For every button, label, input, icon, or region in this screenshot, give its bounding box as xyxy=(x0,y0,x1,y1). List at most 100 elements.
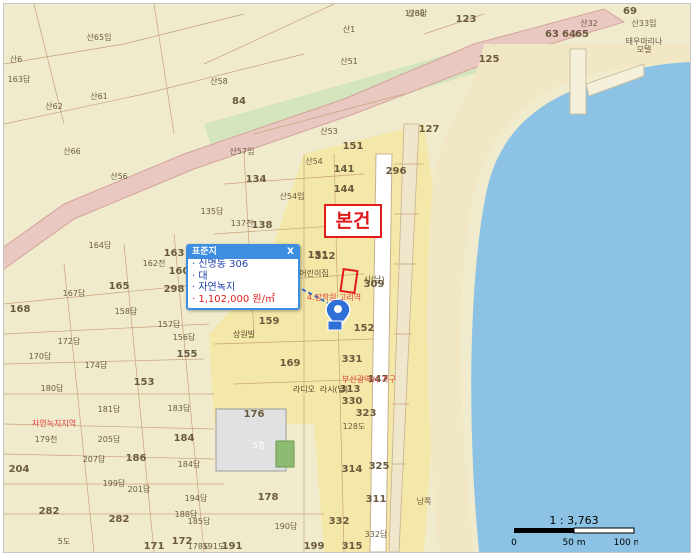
parcel-label: 282 xyxy=(109,514,130,525)
place-label: 5층 xyxy=(253,441,265,450)
place-label: 시(남) xyxy=(364,275,385,284)
popup-address: · 신명동 306 xyxy=(192,259,249,270)
parcel-label: 165 xyxy=(109,281,130,292)
parcel-label: 산68 xyxy=(407,8,425,18)
popup-price: · 1,102,000 원/㎡ xyxy=(192,293,275,305)
close-icon[interactable]: X xyxy=(287,246,294,259)
parcel-label: 201답 xyxy=(128,484,151,494)
parcel-label: 199 xyxy=(304,541,325,552)
parcel-label: 63 xyxy=(545,29,559,40)
parcel-label: 164답 xyxy=(89,240,112,250)
place-label: 부산광역시 가구 xyxy=(342,374,396,384)
parcel-label: 65 xyxy=(575,29,589,40)
parcel-label: 산62 xyxy=(45,101,63,111)
parcel-label: 127 xyxy=(419,124,440,135)
parcel-label: 산66 xyxy=(63,146,81,156)
map-frame[interactable]: 123답 123 산1 산65임 산6 산62 산61 산58 산51 125 69 산33임 산32 6… xyxy=(3,3,691,553)
parcel-label: 296 xyxy=(386,166,407,177)
parcel-label: 산65임 xyxy=(87,32,112,42)
scale-bar: 1 : 3,763 0 50 m 100 m xyxy=(510,514,638,548)
parcel-label: 312 xyxy=(315,251,336,262)
parcel-label: 모텔 xyxy=(637,45,652,54)
parcel-label: 125 xyxy=(479,54,500,65)
parcel-label: 128도 xyxy=(343,422,366,431)
parcel-label: 산51 xyxy=(340,56,358,66)
parcel-label: 194답 xyxy=(185,493,208,503)
parcel-label: 산54임 xyxy=(280,191,305,201)
school-field xyxy=(275,440,295,468)
parcel-label: 170답 xyxy=(29,351,52,361)
parcel-label: 183답 xyxy=(168,403,191,413)
parcel-label: 167답 xyxy=(63,288,86,298)
parcel-label: 151 xyxy=(343,141,364,152)
pier xyxy=(569,48,587,115)
parcel-label: 207답 xyxy=(83,454,106,464)
parcel-label: 325 xyxy=(369,461,390,472)
parcel-label: 184답 xyxy=(178,459,201,469)
parcel-label: 169 xyxy=(280,358,301,369)
parcel-label: 산32 xyxy=(580,18,598,28)
parcel-label: 123 xyxy=(456,14,477,25)
parcel-label: 205답 xyxy=(98,434,121,444)
popup-header: 표준지 X xyxy=(188,246,298,259)
parcel-label: 159 xyxy=(259,316,280,327)
parcel-label: 311 xyxy=(366,494,387,505)
parcel-label: 5도 xyxy=(58,537,70,546)
parcel-label: 174답 xyxy=(85,360,108,370)
parcel-label: 산58 xyxy=(210,76,228,86)
parcel-label: 135답 xyxy=(201,206,224,216)
parcel-label: 141 xyxy=(334,164,355,175)
parcel-label: 산6 xyxy=(10,54,22,64)
parcel-label: 산56 xyxy=(110,171,128,181)
parcel-label: 172답 xyxy=(58,336,81,346)
scale-tick-50: 50 m xyxy=(562,538,585,548)
parcel-label: 산1 xyxy=(343,24,355,34)
parcel-label: 158답 xyxy=(115,306,138,316)
parcel-label: 156답 xyxy=(173,332,196,342)
place-label: 라디오 xyxy=(293,385,315,394)
subject-property-label: 본건 xyxy=(324,204,382,238)
place-label: 4.장학원 고리역 xyxy=(307,292,361,302)
cadastral-map[interactable]: 123답123산1산65임산6산62산61산58산51 12569산33임산326… xyxy=(4,4,690,552)
parcel-label: 188답 xyxy=(175,509,198,519)
parcel-label: 199답 xyxy=(103,478,126,488)
parcel-label: 184 xyxy=(174,433,195,444)
parcel-label: 163답 xyxy=(8,74,31,84)
parcel-label: 176 xyxy=(244,409,265,420)
scale-graphic: 0 50 m 100 m xyxy=(511,527,638,548)
parcel-label: 315 xyxy=(342,541,363,552)
parcel-label: 산57임 xyxy=(230,146,255,156)
place-label: 남쪽 xyxy=(417,497,432,506)
parcel-label: 64 xyxy=(562,29,576,40)
parcel-label: 산54 xyxy=(305,156,323,166)
parcel-label: 138 xyxy=(252,220,273,231)
parcel-label: 155 xyxy=(177,349,198,360)
popup-land-category: · 대 xyxy=(192,270,208,282)
parcel-label: 157답 xyxy=(158,319,181,329)
parcel-label: 180답 xyxy=(41,383,64,393)
parcel-label: 162전 xyxy=(143,258,166,268)
parcel-label: 191도 xyxy=(203,542,226,551)
parcel-label: 134 xyxy=(246,174,267,185)
place-label: 상원빌 xyxy=(233,329,255,339)
standard-land-popup[interactable]: 표준지 X · 신명동 306 · 대 · 자연녹지 · 1,102,000 원… xyxy=(186,244,300,310)
parcel-label: 204 xyxy=(9,464,30,475)
parcel-label: 282 xyxy=(39,506,60,517)
parcel-label: 190답 xyxy=(275,521,298,531)
parcel-label: 179천 xyxy=(35,434,58,444)
parcel-label: 323 xyxy=(356,408,377,419)
parcel-label: 332답 xyxy=(365,529,388,539)
parcel-label: 산53 xyxy=(320,126,338,136)
parcel-label: 84 xyxy=(232,96,246,107)
parcel-label: 298 xyxy=(164,284,185,295)
parcel-label: 69 xyxy=(623,6,637,17)
parcel-label: 314 xyxy=(342,464,363,475)
parcel-label: 산61 xyxy=(90,91,108,101)
parcel-label: 331 xyxy=(342,354,363,365)
parcel-label: 186 xyxy=(126,453,147,464)
parcel-label: 168 xyxy=(10,304,31,315)
parcel-label: 144 xyxy=(334,184,355,195)
scale-tick-100: 100 m xyxy=(614,538,638,548)
popup-title: 표준지 xyxy=(192,247,217,257)
parcel-label: 171 xyxy=(144,541,165,552)
